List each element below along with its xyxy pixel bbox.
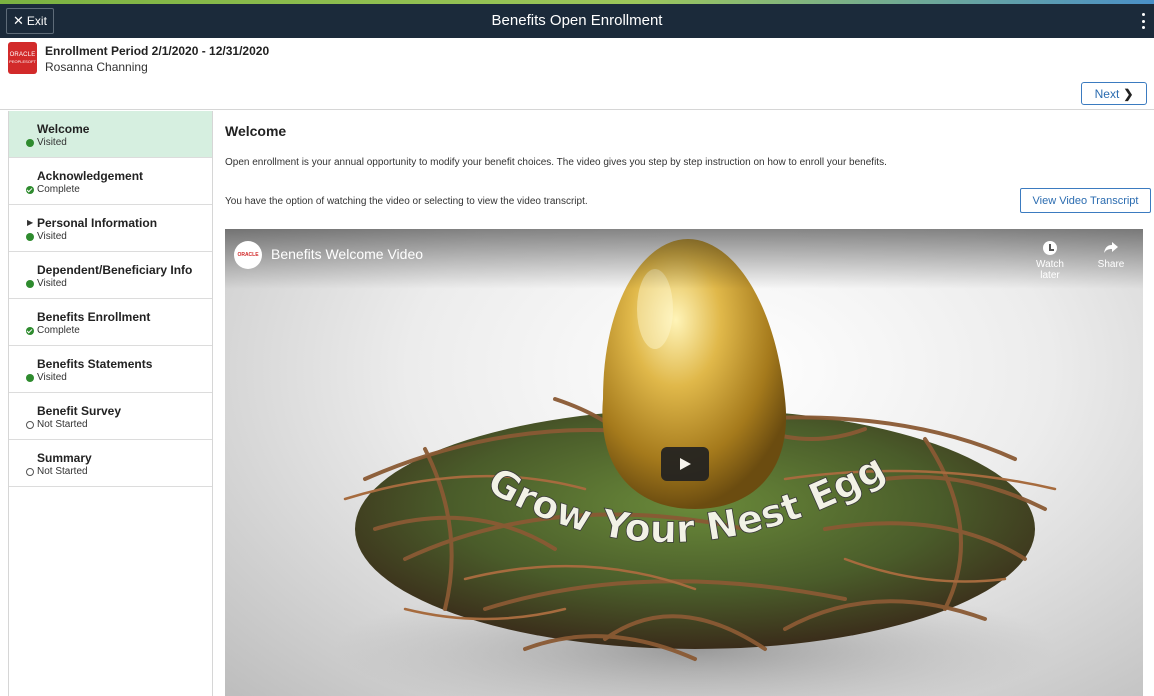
empty-circle-icon	[26, 467, 34, 476]
clock-icon	[1043, 241, 1057, 255]
next-button[interactable]: Next ❯	[1081, 82, 1147, 105]
oracle-logo: ORACLE PEOPLESOFT	[8, 42, 37, 74]
step-status: Not Started	[26, 466, 212, 477]
intro-text: Open enrollment is your annual opportuni…	[225, 157, 887, 168]
sidebar-item-benefit-survey[interactable]: Benefit Survey Not Started	[9, 393, 212, 440]
employee-name: Rosanna Channing	[45, 60, 148, 74]
view-transcript-button[interactable]: View Video Transcript	[1020, 188, 1151, 213]
chevron-right-icon: ❯	[1123, 86, 1134, 101]
step-status: Visited	[26, 137, 212, 148]
video-player[interactable]: ORACLE Benefits Welcome Video Watch late…	[225, 229, 1143, 696]
sidebar-item-label: Benefits Enrollment	[37, 310, 151, 324]
sidebar-item-acknowledgement[interactable]: Acknowledgement Complete	[9, 158, 212, 205]
check-circle-icon	[26, 326, 34, 335]
step-status-text: Visited	[37, 137, 67, 148]
enrollment-period-title: Enrollment Period 2/1/2020 - 12/31/2020	[45, 44, 270, 58]
sidebar-item-summary[interactable]: Summary Not Started	[9, 440, 212, 487]
sidebar-item-welcome[interactable]: Welcome Visited	[9, 111, 212, 158]
step-status-text: Visited	[37, 278, 67, 289]
sidebar-item-label: Summary	[37, 451, 92, 465]
step-status: Visited	[26, 278, 212, 289]
step-status-text: Not Started	[37, 419, 88, 430]
step-navigation: Welcome Visited Acknowledgement Complete ▶ Pe…	[8, 111, 213, 696]
video-title[interactable]: Benefits Welcome Video	[271, 246, 423, 262]
sidebar-item-label: Acknowledgement	[37, 169, 144, 183]
step-status-text: Visited	[37, 372, 67, 383]
page-header: ORACLE PEOPLESOFT Enrollment Period 2/1/…	[0, 38, 1154, 110]
step-status-text: Complete	[37, 184, 80, 195]
exit-label: Exit	[26, 14, 47, 28]
sidebar-item-label: Benefit Survey	[37, 404, 122, 418]
play-button[interactable]	[661, 447, 709, 481]
more-actions-icon[interactable]	[1138, 11, 1148, 31]
step-status: Complete	[26, 184, 212, 195]
watch-later-label: Watch later	[1036, 259, 1064, 281]
sidebar-item-dependent-beneficiary-info[interactable]: Dependent/Beneficiary Info Visited	[9, 252, 212, 299]
filled-dot-icon	[26, 138, 34, 147]
empty-circle-icon	[26, 420, 34, 429]
page-title: Welcome	[225, 123, 287, 139]
filled-dot-icon	[26, 232, 34, 241]
exit-button[interactable]: ✕ Exit	[6, 8, 54, 34]
step-status-text: Not Started	[37, 466, 88, 477]
sidebar-item-benefits-statements[interactable]: Benefits Statements Visited	[9, 346, 212, 393]
filled-dot-icon	[26, 373, 34, 382]
app-title: Benefits Open Enrollment	[491, 12, 663, 29]
expand-caret-icon[interactable]: ▶	[27, 218, 33, 227]
step-status-text: Visited	[37, 231, 67, 242]
next-label: Next	[1094, 86, 1120, 101]
close-icon: ✕	[13, 13, 24, 28]
step-status: Complete	[26, 325, 212, 336]
check-circle-icon	[26, 185, 34, 194]
sidebar-item-benefits-enrollment[interactable]: Benefits Enrollment Complete	[9, 299, 212, 346]
main-content: Welcome Open enrollment is your annual o…	[214, 111, 1154, 696]
share-icon	[1104, 242, 1118, 253]
sidebar-item-personal-information[interactable]: ▶ Personal Information Visited	[9, 205, 212, 252]
step-status: Not Started	[26, 419, 212, 430]
share-label: Share	[1097, 259, 1125, 270]
sidebar-item-label: Benefits Statements	[37, 357, 153, 371]
watch-later-button[interactable]: Watch later	[1025, 241, 1075, 281]
sidebar-item-label: Welcome	[37, 122, 90, 136]
sidebar-item-label: Dependent/Beneficiary Info	[37, 263, 193, 277]
sidebar-item-label: Personal Information	[37, 216, 158, 230]
step-status-text: Complete	[37, 325, 80, 336]
channel-avatar[interactable]: ORACLE	[234, 241, 262, 269]
step-status: Visited	[26, 231, 212, 242]
step-status: Visited	[26, 372, 212, 383]
top-bar: ✕ Exit Benefits Open Enrollment	[0, 4, 1154, 38]
filled-dot-icon	[26, 279, 34, 288]
video-option-text: You have the option of watching the vide…	[225, 196, 588, 207]
share-button[interactable]: Share	[1093, 241, 1129, 270]
